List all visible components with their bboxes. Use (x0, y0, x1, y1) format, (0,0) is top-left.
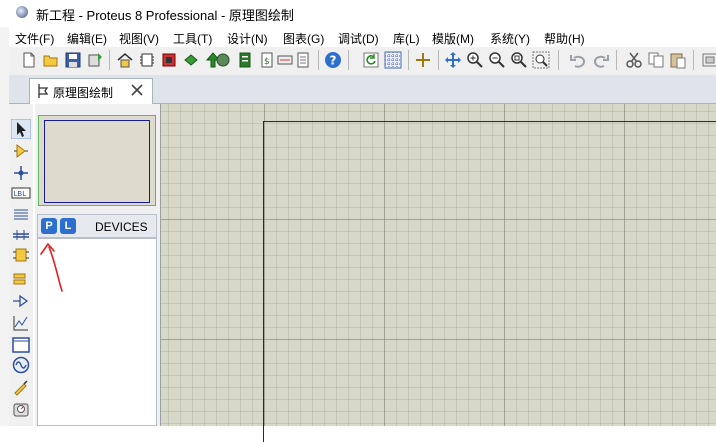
toolbar-separator (109, 50, 110, 70)
pan-icon[interactable] (444, 51, 462, 69)
toolbar-separator (318, 50, 319, 70)
wire-label-icon[interactable]: LBL (11, 183, 31, 203)
menu-help[interactable]: 帮助(H) (544, 30, 585, 47)
toolbar-separator (408, 50, 409, 70)
svg-text:$: $ (264, 57, 270, 67)
junction-dot-icon[interactable] (11, 163, 31, 183)
menu-system[interactable]: 系统(Y) (490, 30, 530, 47)
notes-icon[interactable] (294, 51, 312, 69)
component-mode-icon[interactable] (11, 141, 31, 161)
new-file-icon[interactable] (20, 51, 38, 69)
overview-sheet-frame (44, 120, 150, 203)
save-icon[interactable] (64, 51, 82, 69)
toolbar-separator (438, 50, 439, 70)
undo-icon[interactable] (569, 51, 587, 69)
menu-tools[interactable]: 工具(T) (173, 30, 212, 47)
help-icon[interactable]: ? (324, 51, 342, 69)
main-toolbar: $ ? (9, 47, 716, 76)
toolbar-separator (616, 50, 617, 70)
cut-icon[interactable] (625, 51, 643, 69)
block-copy-icon[interactable] (701, 51, 716, 69)
menu-view[interactable]: 视图(V) (119, 30, 159, 47)
tape-recorder-icon[interactable] (11, 335, 31, 355)
zoom-all-icon[interactable] (510, 51, 528, 69)
toolbar-separator (558, 50, 559, 70)
red-annotation-arrow (40, 243, 63, 292)
import-icon[interactable] (86, 51, 104, 69)
selection-mode-icon[interactable] (11, 119, 31, 139)
close-icon[interactable] (129, 82, 145, 98)
toggle-grid-icon[interactable] (384, 51, 402, 69)
menu-template[interactable]: 模版(M) (432, 30, 474, 47)
schematic-tab-icon (38, 84, 49, 98)
zoom-out-icon[interactable] (488, 51, 506, 69)
voltage-probe-icon[interactable] (11, 377, 31, 397)
title-bar: 新工程 - Proteus 8 Professional - 原理图绘制 (0, 0, 716, 27)
pick-devices-button[interactable]: P (41, 218, 57, 234)
terminals-mode-icon[interactable] (11, 269, 31, 289)
pcb-layout-icon[interactable] (160, 51, 178, 69)
zoom-area-icon[interactable] (532, 51, 550, 69)
mode-toolbar: LBL (9, 104, 33, 426)
device-pins-icon[interactable] (11, 291, 31, 311)
generator-mode-icon[interactable] (11, 355, 31, 375)
sheet-border (263, 121, 716, 442)
devices-label: DEVICES (95, 220, 148, 234)
tab-label: 原理图绘制 (53, 86, 114, 100)
code-editor-icon[interactable] (276, 51, 294, 69)
schematic-capture-icon[interactable] (138, 51, 156, 69)
refresh-icon[interactable] (362, 51, 380, 69)
zoom-in-icon[interactable] (466, 51, 484, 69)
origin-icon[interactable] (414, 51, 432, 69)
menu-file[interactable]: 文件(F) (15, 30, 54, 47)
window-left-edge (0, 0, 9, 426)
graph-mode-icon[interactable] (11, 313, 31, 333)
tab-schematic-capture[interactable]: 原理图绘制 (29, 78, 153, 104)
paste-icon[interactable] (669, 51, 687, 69)
overview-window[interactable] (38, 115, 156, 206)
svg-text:?: ? (330, 54, 337, 68)
library-manager-button[interactable]: L (60, 218, 76, 234)
menu-library[interactable]: 库(L) (393, 30, 420, 47)
3d-viewer-icon[interactable] (182, 51, 200, 69)
home-icon[interactable] (116, 51, 134, 69)
text-script-icon[interactable] (11, 205, 31, 225)
menu-graph[interactable]: 图表(G) (283, 30, 324, 47)
window-title: 新工程 - Proteus 8 Professional - 原理图绘制 (36, 8, 294, 23)
design-explorer-icon[interactable] (214, 51, 232, 69)
bill-of-materials-icon[interactable] (236, 51, 254, 69)
menu-design[interactable]: 设计(N) (227, 30, 268, 47)
svg-text:LBL: LBL (14, 190, 27, 198)
bom-report-icon[interactable]: $ (258, 51, 276, 69)
menu-edit[interactable]: 编辑(E) (67, 30, 107, 47)
bus-icon[interactable] (11, 225, 31, 245)
redo-icon[interactable] (592, 51, 610, 69)
toolbar-separator (693, 50, 694, 70)
virtual-instruments-icon[interactable] (11, 399, 31, 419)
menu-debug[interactable]: 调试(D) (338, 30, 379, 47)
subcircuit-icon[interactable] (11, 245, 31, 265)
menu-bar: 文件(F) 编辑(E) 视图(V) 工具(T) 设计(N) 图表(G) 调试(D… (9, 27, 716, 47)
proteus-app-icon (16, 6, 28, 18)
toolbar-separator (348, 50, 349, 70)
document-tab-strip: 原理图绘制 (9, 75, 716, 104)
copy-icon[interactable] (647, 51, 665, 69)
open-folder-icon[interactable] (42, 51, 60, 69)
